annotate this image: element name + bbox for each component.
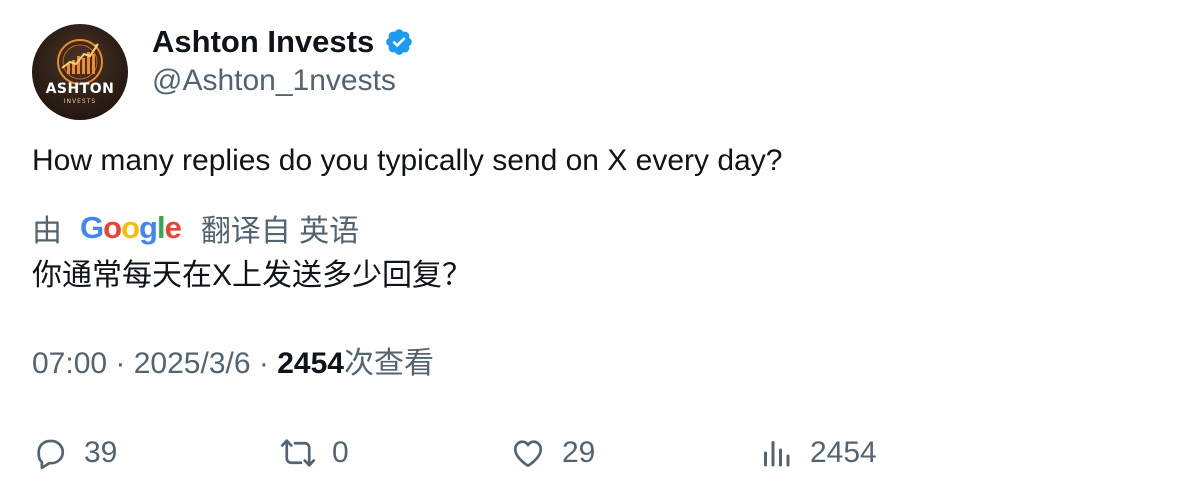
action-bar: 39 0 29 2454 — [32, 428, 1032, 478]
translation-prefix: 由 — [32, 215, 62, 248]
views-chart-icon — [764, 441, 790, 467]
views-button[interactable]: 2454 — [758, 428, 877, 478]
tweet-date[interactable]: 2025/3/6 — [134, 347, 251, 380]
translation-attribution: 由 Google 翻译自 英语 — [32, 208, 359, 248]
tweet-text: How many replies do you typically send o… — [32, 144, 783, 177]
meta-separator: · — [258, 347, 278, 380]
reply-icon — [37, 439, 65, 470]
tweet-meta: 07:00 · 2025/3/6 · 2454次查看 — [32, 344, 434, 384]
reply-count: 39 — [84, 436, 118, 469]
tweet: ASHTON INVESTS Ashton Invests @Ashton_1n… — [0, 0, 1196, 498]
heart-icon — [513, 440, 543, 468]
translated-text: 你通常每天在X上发送多少回复？ — [32, 259, 473, 292]
avatar-brand-text: ASHTON — [45, 81, 115, 97]
verified-badge-icon[interactable] — [384, 27, 414, 57]
author-handle[interactable]: @Ashton_1nvests — [152, 62, 396, 100]
avatar-brand-subtext: INVESTS — [63, 98, 97, 105]
repost-button[interactable]: 0 — [280, 428, 349, 478]
avatar-logo-graphic — [57, 39, 103, 85]
repost-count: 0 — [332, 436, 349, 469]
repost-icon — [280, 439, 316, 467]
meta-separator: · — [115, 347, 134, 380]
tweet-time[interactable]: 07:00 — [32, 347, 107, 380]
translation-source-label[interactable]: 翻译自 英语 — [201, 206, 359, 250]
like-count: 29 — [562, 436, 596, 469]
avatar[interactable]: ASHTON INVESTS — [32, 24, 128, 120]
author-display-name[interactable]: Ashton Invests — [152, 22, 374, 62]
author-name-row: Ashton Invests — [152, 22, 414, 62]
views-count: 2454 — [277, 347, 344, 380]
views-label: 次查看 — [343, 347, 434, 380]
like-button[interactable]: 29 — [510, 428, 595, 478]
reply-button[interactable]: 39 — [32, 428, 117, 478]
views-action-count: 2454 — [810, 436, 877, 469]
google-logo: Google — [80, 210, 182, 245]
